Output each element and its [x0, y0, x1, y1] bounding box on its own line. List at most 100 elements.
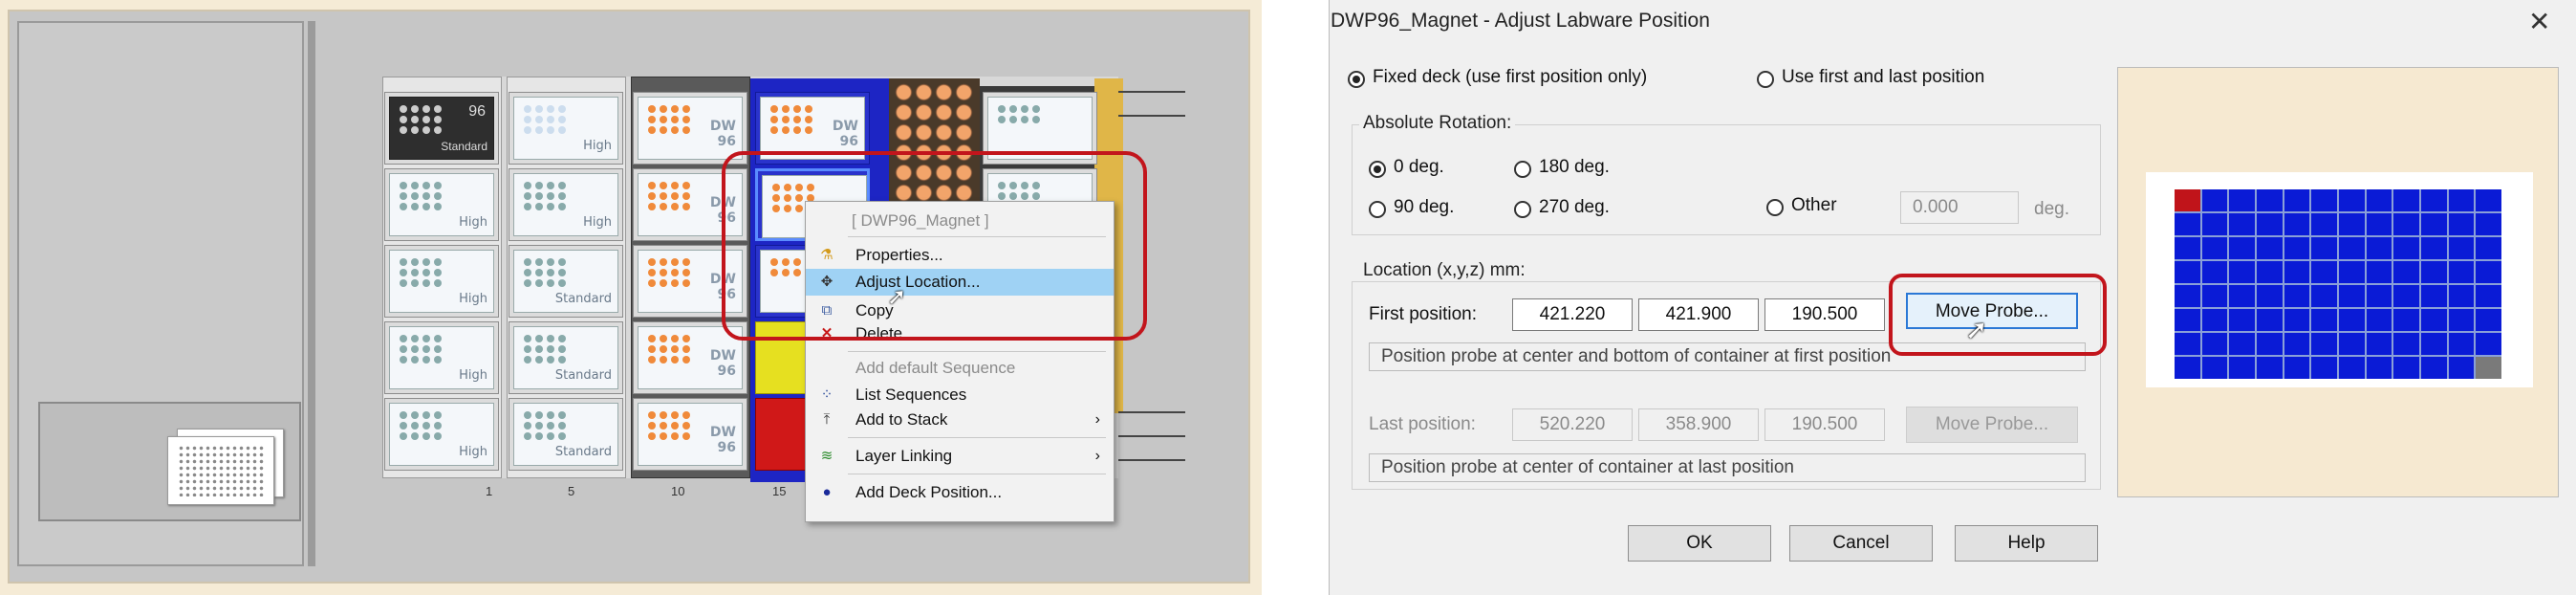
plate-standard[interactable]: Standard: [509, 245, 623, 318]
menu-item-add-deck-position[interactable]: ● Add Deck Position...: [806, 479, 1114, 506]
preview-well: [2229, 237, 2255, 259]
plate-label: Standard: [554, 368, 612, 383]
plate-type-label: Standard: [441, 140, 487, 153]
preview-well: [2476, 309, 2501, 331]
preview-well: [2420, 309, 2447, 331]
plate-high[interactable]: High: [384, 168, 499, 241]
first-z-field[interactable]: 190.500: [1764, 298, 1885, 331]
preview-well: [2393, 213, 2419, 235]
first-x-field[interactable]: 421.220: [1512, 298, 1633, 331]
plate-high[interactable]: High: [384, 321, 499, 394]
radio-first-last[interactable]: [1757, 71, 1774, 88]
plate-high[interactable]: High: [384, 245, 499, 318]
preview-well: [2284, 237, 2310, 259]
plate-high[interactable]: High: [509, 168, 623, 241]
stack-icon: ⤒: [823, 411, 831, 428]
preview-well: [2338, 189, 2365, 211]
preview-well: [2366, 333, 2392, 355]
plate-standard[interactable]: Standard: [509, 321, 623, 394]
preview-well: [2476, 285, 2501, 307]
column-tick: 5: [568, 484, 575, 498]
preview-well: [2256, 213, 2283, 235]
plate-label: High: [459, 215, 487, 230]
last-x-field[interactable]: 520.220: [1512, 408, 1633, 441]
plate-dw-label: DW 96: [709, 119, 736, 149]
plate-dw96[interactable]: DW 96: [633, 398, 747, 471]
radio-0-deg[interactable]: [1369, 161, 1386, 178]
preview-well: [2201, 333, 2228, 355]
preview-well: [2201, 285, 2228, 307]
radio-90-deg[interactable]: [1369, 201, 1386, 218]
plate-standard-dark[interactable]: 96 Standard: [384, 92, 499, 165]
other-rotation-field[interactable]: 0.000: [1900, 191, 2019, 224]
preview-well: [2311, 357, 2337, 379]
sequence-dots-icon: ⁘: [820, 386, 833, 403]
menu-item-add-default-sequence[interactable]: Add default Sequence: [806, 355, 1114, 382]
preview-well: [2393, 309, 2419, 331]
preview-well: [2448, 237, 2475, 259]
preview-well: [2311, 309, 2337, 331]
deck-position-dot-icon: ●: [822, 484, 832, 500]
rotation-group-label: Absolute Rotation:: [1359, 113, 1516, 134]
radio-270-deg[interactable]: [1514, 201, 1531, 218]
first-y-field[interactable]: 421.900: [1638, 298, 1759, 331]
dialog-title: DWP96_Magnet - Adjust Labware Position: [1331, 10, 1710, 32]
preview-well: [2420, 357, 2447, 379]
preview-well: [2175, 357, 2200, 379]
preview-well: [2420, 237, 2447, 259]
cancel-button[interactable]: Cancel: [1789, 525, 1933, 562]
last-position-label: Last position:: [1369, 414, 1476, 434]
preview-well: [2476, 189, 2501, 211]
plate-label: High: [459, 292, 487, 306]
preview-well: [2338, 285, 2365, 307]
preview-well: [2256, 285, 2283, 307]
mini-plate-front[interactable]: [167, 436, 274, 505]
preview-well: [2229, 333, 2255, 355]
preview-well: [2284, 213, 2310, 235]
move-probe-last-button[interactable]: Move Probe...: [1906, 407, 2078, 443]
preview-well: [2175, 189, 2200, 211]
plate-dw-label: DW 96: [709, 348, 736, 379]
radio-fixed-deck[interactable]: [1348, 71, 1365, 88]
column-tick: 15: [772, 484, 787, 498]
radio-other[interactable]: [1766, 199, 1784, 216]
first-last-label: Use first and last position: [1782, 67, 1985, 87]
plate-high[interactable]: High: [384, 398, 499, 471]
help-button[interactable]: Help: [1955, 525, 2098, 562]
preview-well: [2366, 309, 2392, 331]
preview-well: [2201, 189, 2228, 211]
preview-well: [2366, 261, 2392, 283]
last-z-field[interactable]: 190.500: [1764, 408, 1885, 441]
last-y-field[interactable]: 358.900: [1638, 408, 1759, 441]
preview-well: [2420, 333, 2447, 355]
preview-well: [2476, 213, 2501, 235]
plate-standard[interactable]: Standard: [509, 398, 623, 471]
preview-well: [2256, 357, 2283, 379]
preview-well: [2338, 213, 2365, 235]
preview-well: [2311, 261, 2337, 283]
preview-well: [2284, 333, 2310, 355]
menu-separator: [848, 351, 1106, 352]
radio-180-deg[interactable]: [1514, 161, 1531, 178]
ok-button[interactable]: OK: [1628, 525, 1771, 562]
plate-type-number: 96: [468, 103, 486, 120]
menu-item-list-sequences[interactable]: ⁘ List Sequences: [806, 382, 1114, 408]
submenu-arrow-icon: ›: [1094, 448, 1100, 464]
menu-item-layer-linking[interactable]: ≋ Layer Linking ›: [806, 443, 1114, 470]
last-position-hint: Position probe at center of container at…: [1369, 453, 2086, 482]
layer-link-icon: ≋: [820, 448, 833, 464]
plate-label: High: [583, 215, 612, 230]
preview-well: [2476, 261, 2501, 283]
close-icon[interactable]: ✕: [2528, 6, 2550, 37]
preview-well: [2284, 285, 2310, 307]
plate-high[interactable]: High: [509, 92, 623, 165]
preview-well: [2448, 333, 2475, 355]
preview-well: [2201, 261, 2228, 283]
preview-well: [2256, 237, 2283, 259]
plate-label: High: [583, 139, 612, 153]
preview-well: [2175, 333, 2200, 355]
preview-well: [2175, 309, 2200, 331]
preview-well: [2393, 189, 2419, 211]
preview-well: [2175, 213, 2200, 235]
menu-item-add-to-stack[interactable]: ⤒ Add to Stack ›: [806, 407, 1114, 433]
